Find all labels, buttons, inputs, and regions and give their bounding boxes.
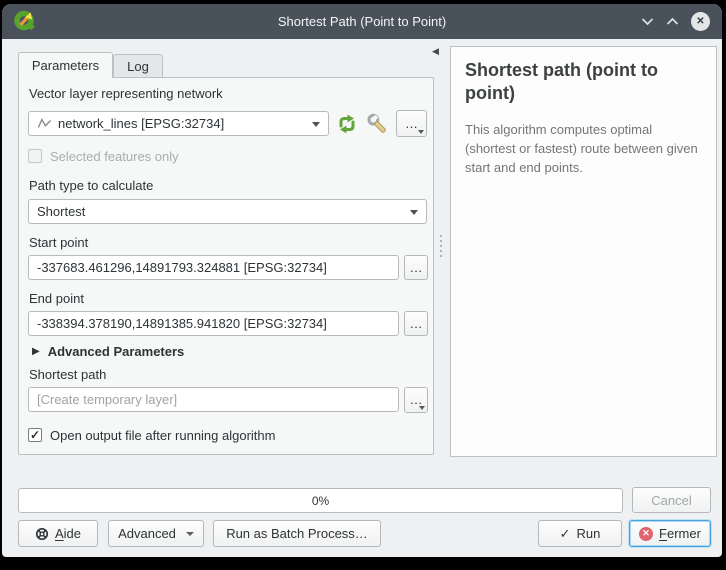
output-label: Shortest path (29, 367, 106, 382)
iterate-icon (335, 112, 359, 136)
selected-features-checkbox[interactable] (28, 149, 42, 163)
ellipsis-icon: … (410, 395, 423, 405)
triangle-right-icon: ▶ (32, 346, 40, 357)
batch-process-label: Run as Batch Process… (226, 526, 368, 541)
submenu-arrow-icon (419, 406, 425, 410)
window-title: Shortest Path (Point to Point) (2, 14, 722, 29)
cancel-label: Cancel (651, 493, 691, 508)
end-point-label: End point (29, 291, 84, 306)
titlebar: Shortest Path (Point to Point) ✕ (2, 4, 722, 39)
path-type-select[interactable]: Shortest (28, 199, 427, 224)
splitter-collapse-arrow[interactable]: ◀ (432, 46, 439, 57)
window-close-button[interactable]: ✕ (691, 12, 710, 31)
run-button[interactable]: ✓ Run (538, 520, 622, 547)
help-button[interactable]: Aide (18, 520, 98, 547)
ellipsis-icon: … (405, 119, 418, 129)
path-type-label: Path type to calculate (29, 178, 153, 193)
chevron-down-icon (312, 122, 320, 127)
end-point-input[interactable] (28, 311, 399, 336)
lifebuoy-help-icon (35, 527, 49, 541)
help-panel: Shortest path (point to point) This algo… (450, 46, 717, 457)
tab-parameters[interactable]: Parameters (18, 52, 113, 78)
ellipsis-icon: … (410, 263, 423, 273)
wrench-icon (365, 112, 389, 136)
network-layer-label: Vector layer representing network (29, 86, 223, 101)
help-description: This algorithm computes optimal (shortes… (465, 121, 702, 178)
line-layer-icon (37, 117, 52, 131)
output-input[interactable] (28, 387, 399, 412)
help-title: Shortest path (point to point) (465, 59, 702, 105)
edit-layer-button[interactable] (363, 110, 390, 137)
advanced-parameters-label: Advanced Parameters (48, 344, 185, 359)
splitter-handle[interactable] (440, 235, 442, 257)
advanced-parameters-toggle[interactable]: ▶ Advanced Parameters (32, 344, 184, 359)
check-icon: ✓ (30, 428, 40, 442)
progress-label: 0% (312, 494, 329, 508)
chevron-up-icon (666, 16, 679, 27)
close-dialog-label: Fermer (659, 526, 701, 541)
tab-log[interactable]: Log (113, 54, 163, 78)
check-icon: ✓ (560, 526, 571, 542)
chevron-down-icon (186, 532, 194, 536)
cancel-button[interactable]: Cancel (632, 487, 711, 513)
network-layer-browse-button[interactable]: … (396, 110, 427, 137)
open-output-label: Open output file after running algorithm (50, 428, 275, 443)
start-point-label: Start point (29, 235, 88, 250)
selected-features-label: Selected features only (50, 149, 179, 164)
batch-process-button[interactable]: Run as Batch Process… (213, 520, 381, 547)
advanced-button[interactable]: Advanced (108, 520, 204, 547)
maximize-button[interactable] (666, 16, 679, 27)
tab-parameters-label: Parameters (32, 58, 99, 73)
chevron-down-icon (641, 16, 654, 27)
progress-bar: 0% (18, 488, 623, 513)
output-browse-button[interactable]: … (404, 387, 428, 413)
end-point-browse-button[interactable]: … (404, 311, 428, 336)
tab-log-label: Log (127, 59, 149, 74)
start-point-browse-button[interactable]: … (404, 255, 428, 280)
open-output-checkbox[interactable]: ✓ (28, 428, 42, 442)
ellipsis-icon: … (410, 319, 423, 329)
start-point-input[interactable] (28, 255, 399, 280)
close-dialog-button[interactable]: ✕ Fermer (629, 520, 711, 547)
close-red-icon: ✕ (639, 527, 653, 541)
iterate-button[interactable] (333, 110, 360, 137)
dialog-window: Shortest Path (Point to Point) ✕ Paramet… (2, 4, 722, 557)
path-type-value: Shortest (37, 204, 418, 219)
network-layer-select[interactable]: network_lines [EPSG:32734] (28, 111, 329, 136)
help-button-label: Aide (55, 526, 81, 541)
submenu-arrow-icon (418, 130, 424, 134)
network-layer-value: network_lines [EPSG:32734] (58, 116, 320, 131)
close-icon: ✕ (696, 16, 704, 27)
chevron-down-icon (410, 210, 418, 215)
run-button-label: Run (577, 526, 601, 541)
advanced-button-label: Advanced (118, 526, 176, 541)
minimize-button[interactable] (641, 16, 654, 27)
